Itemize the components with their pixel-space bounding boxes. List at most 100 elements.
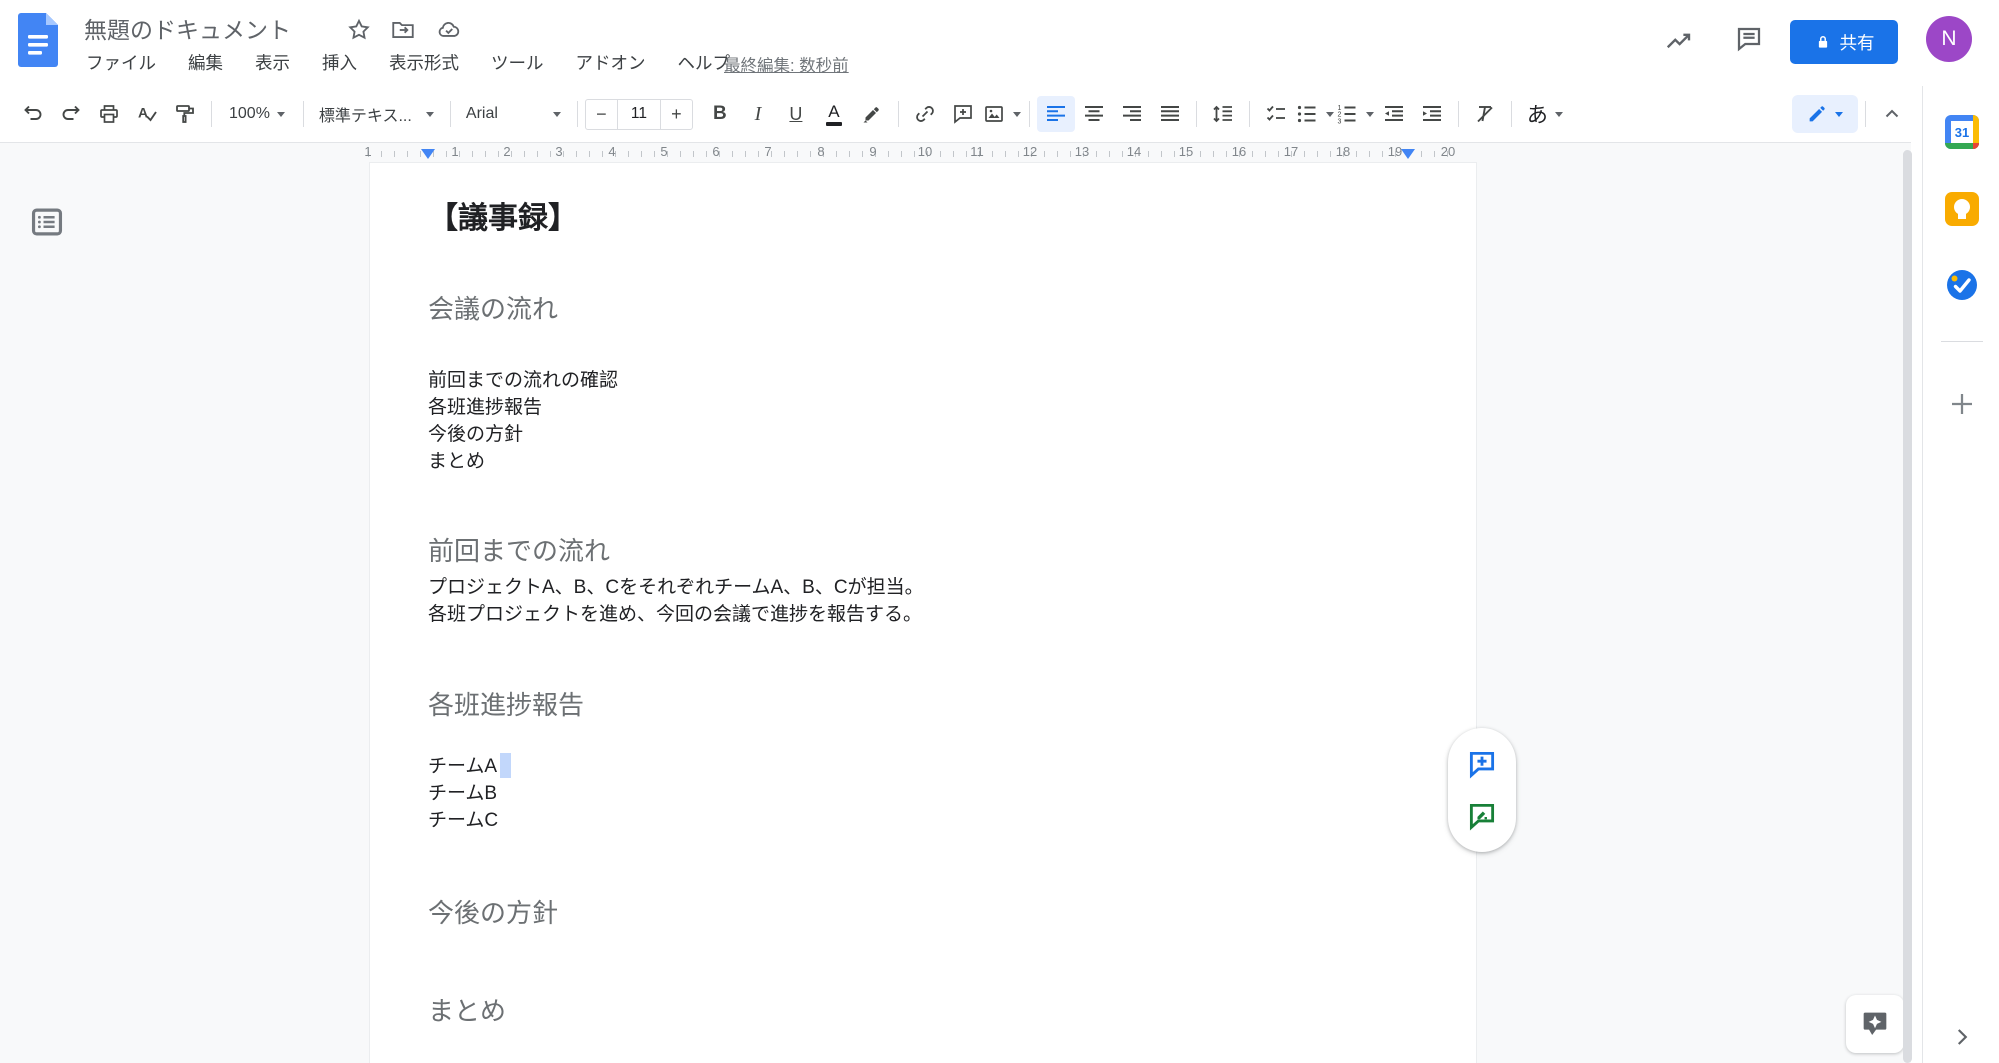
- doc-line[interactable]: チームA: [428, 753, 497, 780]
- comment-history-icon[interactable]: [1730, 22, 1768, 56]
- show-side-panel-button[interactable]: [1949, 1024, 1975, 1050]
- align-justify-button[interactable]: [1151, 96, 1189, 132]
- input-tools-button[interactable]: あ: [1519, 96, 1572, 132]
- docs-logo-icon[interactable]: [18, 13, 58, 67]
- google-tasks-icon[interactable]: [1945, 268, 1979, 302]
- insert-image-button[interactable]: [982, 96, 1022, 132]
- checklist-button[interactable]: [1257, 96, 1295, 132]
- align-center-button[interactable]: [1075, 96, 1113, 132]
- numbered-list-button[interactable]: 123: [1335, 96, 1375, 132]
- font-select[interactable]: Arial: [458, 96, 570, 132]
- suggest-edits-button[interactable]: [1465, 799, 1499, 833]
- left-indent-marker[interactable]: [421, 149, 435, 159]
- font-size-decrease-button[interactable]: −: [585, 99, 618, 130]
- side-panel-divider: [1941, 341, 1983, 342]
- line-spacing-button[interactable]: [1204, 96, 1242, 132]
- show-outline-button[interactable]: [28, 203, 68, 243]
- cloud-saved-icon[interactable]: [436, 17, 462, 43]
- align-right-button[interactable]: [1113, 96, 1151, 132]
- doc-heading[interactable]: 前回までの流れ: [428, 531, 610, 568]
- explore-button[interactable]: [1846, 995, 1904, 1053]
- share-button[interactable]: 共有: [1790, 20, 1898, 64]
- ruler-number: 5: [660, 144, 667, 159]
- doc-line[interactable]: プロジェクトA、B、CをそれぞれチームA、B、Cが担当。: [428, 574, 924, 601]
- ruler-number: 15: [1179, 144, 1193, 159]
- ruler-number: 11: [970, 144, 984, 159]
- pencil-icon: [1806, 103, 1828, 125]
- undo-button[interactable]: [14, 96, 52, 132]
- ruler-number: 1: [451, 144, 458, 159]
- doc-line[interactable]: チームC: [428, 807, 498, 834]
- add-comment-button[interactable]: [944, 96, 982, 132]
- chevron-down-icon: [276, 110, 286, 118]
- svg-text:A: A: [138, 105, 148, 121]
- bulleted-list-button[interactable]: [1295, 96, 1335, 132]
- add-comment-margin-button[interactable]: [1465, 747, 1499, 781]
- menu-item[interactable]: 挿入: [320, 48, 359, 77]
- insert-link-button[interactable]: [906, 96, 944, 132]
- increase-indent-button[interactable]: [1413, 96, 1451, 132]
- bold-button[interactable]: B: [701, 96, 739, 132]
- doc-heading[interactable]: 各班進捗報告: [428, 685, 584, 722]
- paint-format-button[interactable]: [166, 96, 204, 132]
- align-left-button[interactable]: [1037, 96, 1075, 132]
- document-title[interactable]: 無題のドキュメント: [84, 11, 291, 45]
- toolbar-divider: [577, 101, 578, 127]
- editing-mode-button[interactable]: [1792, 95, 1858, 133]
- doc-title-line[interactable]: 【議事録】: [428, 193, 578, 237]
- google-keep-icon[interactable]: [1945, 192, 1979, 226]
- font-size-value[interactable]: 11: [618, 99, 660, 130]
- doc-heading[interactable]: 会議の流れ: [428, 289, 558, 326]
- doc-heading[interactable]: 今後の方針: [428, 893, 558, 930]
- last-edit-link[interactable]: 最終編集: 数秒前: [724, 52, 849, 76]
- ruler-number: 18: [1336, 144, 1350, 159]
- menu-item[interactable]: 表示形式: [387, 48, 461, 77]
- menu-item[interactable]: アドオン: [574, 48, 648, 77]
- menu-item[interactable]: 編集: [186, 48, 225, 77]
- doc-line[interactable]: 各班進捗報告: [428, 394, 542, 421]
- document-canvas: 【議事録】 会議の流れ 前回までの流れの確認 各班進捗報告 今後の方針 まとめ …: [0, 163, 1911, 1063]
- toolbar-divider: [1458, 101, 1459, 127]
- underline-button[interactable]: U: [777, 96, 815, 132]
- doc-line[interactable]: 各班プロジェクトを進め、今回の会議で進捗を報告する。: [428, 601, 922, 628]
- ruler-number: 6: [712, 144, 719, 159]
- text-color-swatch: [826, 122, 842, 126]
- doc-line[interactable]: 前回までの流れの確認: [428, 367, 618, 394]
- vertical-scrollbar[interactable]: [1903, 150, 1912, 1063]
- clear-formatting-button[interactable]: [1466, 96, 1504, 132]
- star-icon[interactable]: [346, 17, 372, 43]
- styles-value: 標準テキス...: [319, 102, 412, 126]
- spellcheck-button[interactable]: A: [128, 96, 166, 132]
- redo-button[interactable]: [52, 96, 90, 132]
- font-size-increase-button[interactable]: +: [660, 99, 693, 130]
- menu-item[interactable]: ファイル: [84, 48, 158, 77]
- toolbar-divider: [1865, 101, 1866, 127]
- share-button-label: 共有: [1840, 30, 1875, 55]
- italic-button[interactable]: I: [739, 96, 777, 132]
- doc-line[interactable]: 今後の方針: [428, 421, 523, 448]
- get-add-ons-button[interactable]: [1947, 389, 1977, 419]
- doc-line[interactable]: チームB: [428, 780, 497, 807]
- ruler[interactable]: 11234567891011121314151617181920: [0, 143, 1911, 163]
- document-page[interactable]: 【議事録】 会議の流れ 前回までの流れの確認 各班進捗報告 今後の方針 まとめ …: [370, 163, 1476, 1063]
- avatar[interactable]: N: [1926, 16, 1972, 62]
- toolbar: A 100% 標準テキス... Arial − 11 + B I U A: [0, 86, 1911, 143]
- move-to-folder-icon[interactable]: [390, 17, 416, 43]
- print-button[interactable]: [90, 96, 128, 132]
- google-calendar-icon[interactable]: 31: [1945, 115, 1979, 149]
- doc-heading[interactable]: まとめ: [428, 991, 506, 1028]
- ruler-number: 17: [1284, 144, 1298, 159]
- hide-menus-button[interactable]: [1873, 96, 1911, 132]
- doc-line[interactable]: まとめ: [428, 448, 485, 475]
- text-color-button[interactable]: A: [815, 96, 853, 132]
- right-indent-marker[interactable]: [1401, 149, 1415, 159]
- decrease-indent-button[interactable]: [1375, 96, 1413, 132]
- menu-item[interactable]: ツール: [489, 48, 546, 77]
- chevron-down-icon: [552, 110, 562, 118]
- paragraph-styles-select[interactable]: 標準テキス...: [311, 96, 443, 132]
- highlight-color-button[interactable]: [853, 96, 891, 132]
- menu-item[interactable]: 表示: [253, 48, 292, 77]
- ruler-number: 14: [1127, 144, 1141, 159]
- zoom-select[interactable]: 100%: [219, 96, 296, 132]
- editing-stats-icon[interactable]: [1660, 24, 1698, 58]
